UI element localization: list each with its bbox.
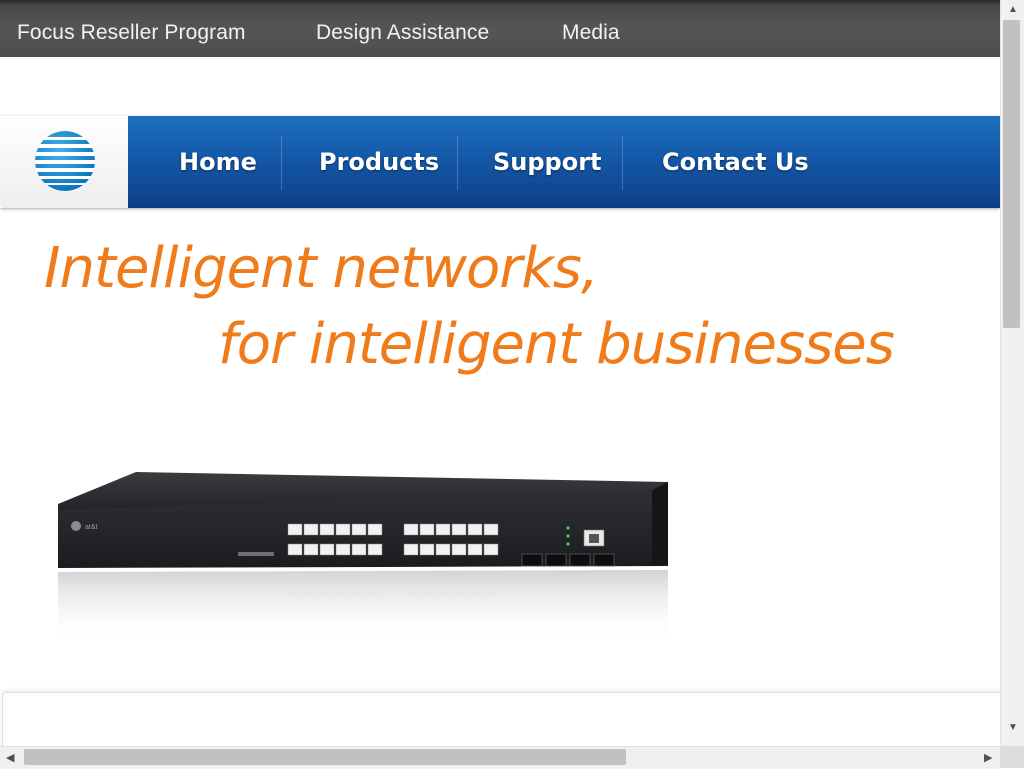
logo-container[interactable] (0, 116, 128, 208)
scroll-down-arrow-icon[interactable]: ▼ (1008, 722, 1018, 733)
nav-divider (281, 136, 282, 190)
att-globe-logo-icon (35, 131, 95, 191)
horizontal-scroll-thumb[interactable] (24, 749, 626, 765)
top-navigation-bar: Focus Reseller Program Design Assistance… (0, 0, 1000, 57)
content-panel (2, 692, 1001, 753)
scrollbar-corner (1000, 746, 1024, 768)
network-switch-image: at&t (58, 472, 668, 644)
media-link[interactable]: Media (562, 21, 620, 45)
hero-headline-line2: for intelligent businesses (218, 312, 895, 377)
nav-support[interactable]: Support (493, 116, 602, 208)
nav-products[interactable]: Products (319, 116, 439, 208)
main-navigation: Home Products Support Contact Us (0, 116, 1000, 208)
nav-divider (622, 136, 623, 190)
nav-divider (457, 136, 458, 190)
hero-headline-line1: Intelligent networks, (44, 236, 599, 301)
nav-contact-us[interactable]: Contact Us (662, 116, 809, 208)
nav-home[interactable]: Home (179, 116, 257, 208)
vertical-scroll-thumb[interactable] (1003, 20, 1020, 328)
design-assistance-link[interactable]: Design Assistance (316, 21, 489, 45)
scroll-right-arrow-icon[interactable]: ▶ (984, 751, 992, 764)
main-nav-bar: Home Products Support Contact Us (128, 116, 1000, 208)
svg-text:at&t: at&t (85, 524, 98, 531)
scroll-left-arrow-icon[interactable]: ◀ (6, 751, 14, 764)
scroll-up-arrow-icon[interactable]: ▲ (1008, 4, 1018, 15)
focus-reseller-program-link[interactable]: Focus Reseller Program (17, 21, 246, 45)
